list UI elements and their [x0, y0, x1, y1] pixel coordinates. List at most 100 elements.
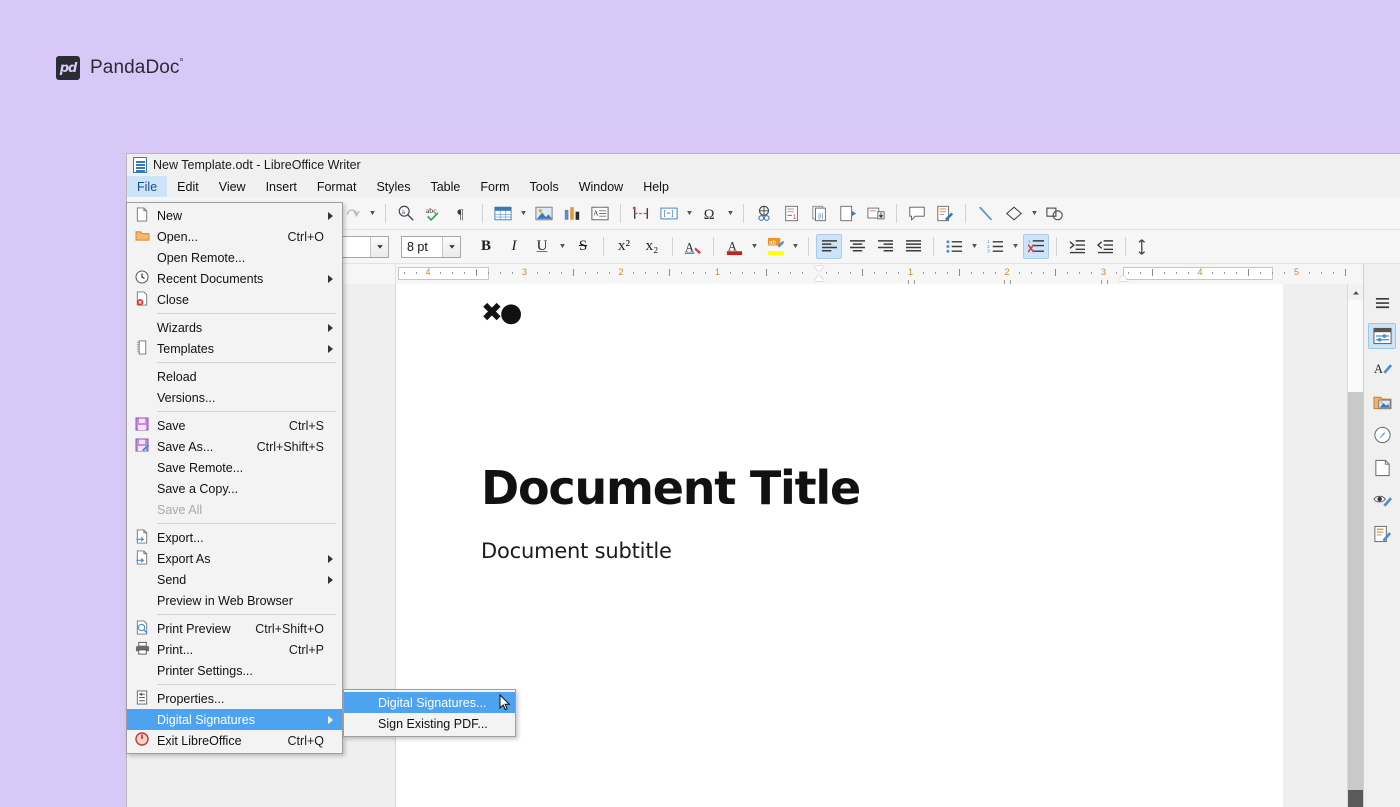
- file-menu-item-save-remote[interactable]: Save Remote...: [127, 457, 342, 478]
- basic-shapes-dropdown[interactable]: [1029, 201, 1040, 225]
- file-menu-item-save-as[interactable]: Save As... Ctrl+Shift+S: [127, 436, 342, 457]
- justified-icon[interactable]: [900, 234, 926, 259]
- insert-field-dropdown[interactable]: [684, 201, 695, 225]
- navigator-deck-icon[interactable]: [1368, 422, 1396, 448]
- file-menu-item-templates[interactable]: Templates: [127, 338, 342, 359]
- formatting-marks-icon[interactable]: ¶: [449, 201, 475, 226]
- signatures-submenu-item-digital-signatures[interactable]: Digital Signatures...: [344, 692, 515, 713]
- file-menu-item-print[interactable]: Print... Ctrl+P: [127, 639, 342, 660]
- endnote-icon[interactable]: [i]: [807, 201, 833, 226]
- page-break-icon[interactable]: [628, 201, 654, 226]
- highlighting-color-icon[interactable]: ab: [762, 234, 788, 259]
- signatures-submenu-item-sign-existing-pdf[interactable]: Sign Existing PDF...: [344, 713, 515, 734]
- align-left-icon[interactable]: [816, 234, 842, 259]
- digital-signatures-submenu[interactable]: Digital Signatures... Sign Existing PDF..…: [343, 689, 516, 737]
- properties-deck-icon[interactable]: [1368, 323, 1396, 349]
- file-menu-dropdown[interactable]: New Open... Ctrl+O Open Remote... Recent Doc…: [126, 202, 343, 754]
- highlighting-color-dropdown[interactable]: [790, 235, 801, 259]
- ordered-list-dropdown[interactable]: [1010, 235, 1021, 259]
- file-menu-item-exit-libreoffice[interactable]: Exit LibreOffice Ctrl+Q: [127, 730, 342, 751]
- document-subtitle-text[interactable]: Document subtitle: [481, 539, 672, 563]
- first-line-indent-marker[interactable]: [814, 266, 824, 272]
- menubar-item-form[interactable]: Form: [470, 176, 519, 197]
- file-menu-item-new[interactable]: New: [127, 205, 342, 226]
- page-deck-icon[interactable]: [1368, 455, 1396, 481]
- menubar-item-window[interactable]: Window: [569, 176, 633, 197]
- document-canvas[interactable]: ✖● Document Title Document subtitle: [396, 284, 1347, 807]
- file-menu-item-close[interactable]: Close: [127, 289, 342, 310]
- cross-reference-icon[interactable]: [863, 201, 889, 226]
- file-menu-item-send[interactable]: Send: [127, 569, 342, 590]
- show-draw-functions-icon[interactable]: [1042, 201, 1068, 226]
- scrollbar-track-upper[interactable]: [1348, 300, 1363, 392]
- gallery-deck-icon[interactable]: [1368, 389, 1396, 415]
- menubar-item-insert[interactable]: Insert: [256, 176, 307, 197]
- menubar-item-edit[interactable]: Edit: [167, 176, 209, 197]
- subscript-button[interactable]: x₂: [639, 234, 665, 259]
- file-menu-item-preview-in-web-browser[interactable]: Preview in Web Browser: [127, 590, 342, 611]
- bookmark-icon[interactable]: [835, 201, 861, 226]
- styles-deck-icon[interactable]: A: [1368, 356, 1396, 382]
- left-indent-marker[interactable]: [814, 275, 824, 281]
- insert-table-dropdown[interactable]: [518, 201, 529, 225]
- document-logo-placeholder[interactable]: ✖●: [481, 298, 523, 328]
- track-changes-icon[interactable]: [932, 201, 958, 226]
- font-size-value[interactable]: 8 pt: [402, 240, 442, 254]
- font-color-dropdown[interactable]: [749, 235, 760, 259]
- menubar-item-view[interactable]: View: [209, 176, 256, 197]
- spelling-icon[interactable]: abç: [421, 201, 447, 226]
- document-page[interactable]: ✖● Document Title Document subtitle: [396, 284, 1283, 807]
- increase-indent-icon[interactable]: [1064, 234, 1090, 259]
- insert-image-icon[interactable]: [531, 201, 557, 226]
- file-menu-item-digital-signatures[interactable]: Digital Signatures: [127, 709, 342, 730]
- redo-dropdown[interactable]: [367, 201, 378, 225]
- align-center-icon[interactable]: [844, 234, 870, 259]
- vertical-scrollbar[interactable]: [1347, 284, 1363, 807]
- file-menu-item-printer-settings[interactable]: Printer Settings...: [127, 660, 342, 681]
- file-menu-item-export[interactable]: Export...: [127, 527, 342, 548]
- basic-shapes-icon[interactable]: [1001, 201, 1027, 226]
- bold-button[interactable]: B: [473, 234, 499, 259]
- right-indent-marker[interactable]: [1118, 275, 1128, 281]
- sidebar-deck-tabs[interactable]: A: [1363, 284, 1400, 807]
- hyperlink-icon[interactable]: [751, 201, 777, 226]
- footnote-icon[interactable]: 1: [779, 201, 805, 226]
- insert-table-icon[interactable]: [490, 201, 516, 226]
- manage-changes-icon[interactable]: [1368, 521, 1396, 547]
- comment-icon[interactable]: [904, 201, 930, 226]
- font-name-dropdown[interactable]: [370, 236, 388, 257]
- sidebar-settings-icon[interactable]: [1368, 290, 1396, 316]
- file-menu-item-print-preview[interactable]: Print Preview Ctrl+Shift+O: [127, 618, 342, 639]
- line-icon[interactable]: [973, 201, 999, 226]
- no-list-icon[interactable]: 1: [1023, 234, 1049, 259]
- menubar-item-help[interactable]: Help: [633, 176, 679, 197]
- insert-text-box-icon[interactable]: A: [587, 201, 613, 226]
- strikethrough-button[interactable]: S: [570, 234, 596, 259]
- menubar-item-tools[interactable]: Tools: [520, 176, 569, 197]
- menubar-item-table[interactable]: Table: [420, 176, 470, 197]
- file-menu-item-reload[interactable]: Reload: [127, 366, 342, 387]
- file-menu-item-properties[interactable]: Properties...: [127, 688, 342, 709]
- align-right-icon[interactable]: [872, 234, 898, 259]
- file-menu-item-recent-documents[interactable]: Recent Documents: [127, 268, 342, 289]
- insert-chart-icon[interactable]: [559, 201, 585, 226]
- file-menu-item-save-a-copy[interactable]: Save a Copy...: [127, 478, 342, 499]
- horizontal-ruler[interactable]: 4 3 2 1 1 2 3 4 5: [396, 264, 1347, 284]
- scroll-up-button[interactable]: [1348, 284, 1363, 300]
- underline-button[interactable]: U: [529, 234, 555, 259]
- style-inspector-icon[interactable]: [1368, 488, 1396, 514]
- underline-dropdown[interactable]: [557, 235, 568, 259]
- decrease-indent-icon[interactable]: [1092, 234, 1118, 259]
- font-size-combobox[interactable]: 8 pt: [401, 235, 461, 258]
- ordered-list-icon[interactable]: 123: [982, 234, 1008, 259]
- font-size-dropdown[interactable]: [442, 236, 460, 257]
- special-character-dropdown[interactable]: [725, 201, 736, 225]
- superscript-button[interactable]: x²: [611, 234, 637, 259]
- file-menu-item-wizards[interactable]: Wizards: [127, 317, 342, 338]
- menubar-item-file[interactable]: File: [127, 176, 168, 197]
- document-title-text[interactable]: Document Title: [481, 461, 861, 515]
- unordered-list-dropdown[interactable]: [969, 235, 980, 259]
- file-menu-item-open-remote[interactable]: Open Remote...: [127, 247, 342, 268]
- find-and-replace-icon[interactable]: a: [393, 201, 419, 226]
- scrollbar-thumb[interactable]: [1348, 392, 1363, 790]
